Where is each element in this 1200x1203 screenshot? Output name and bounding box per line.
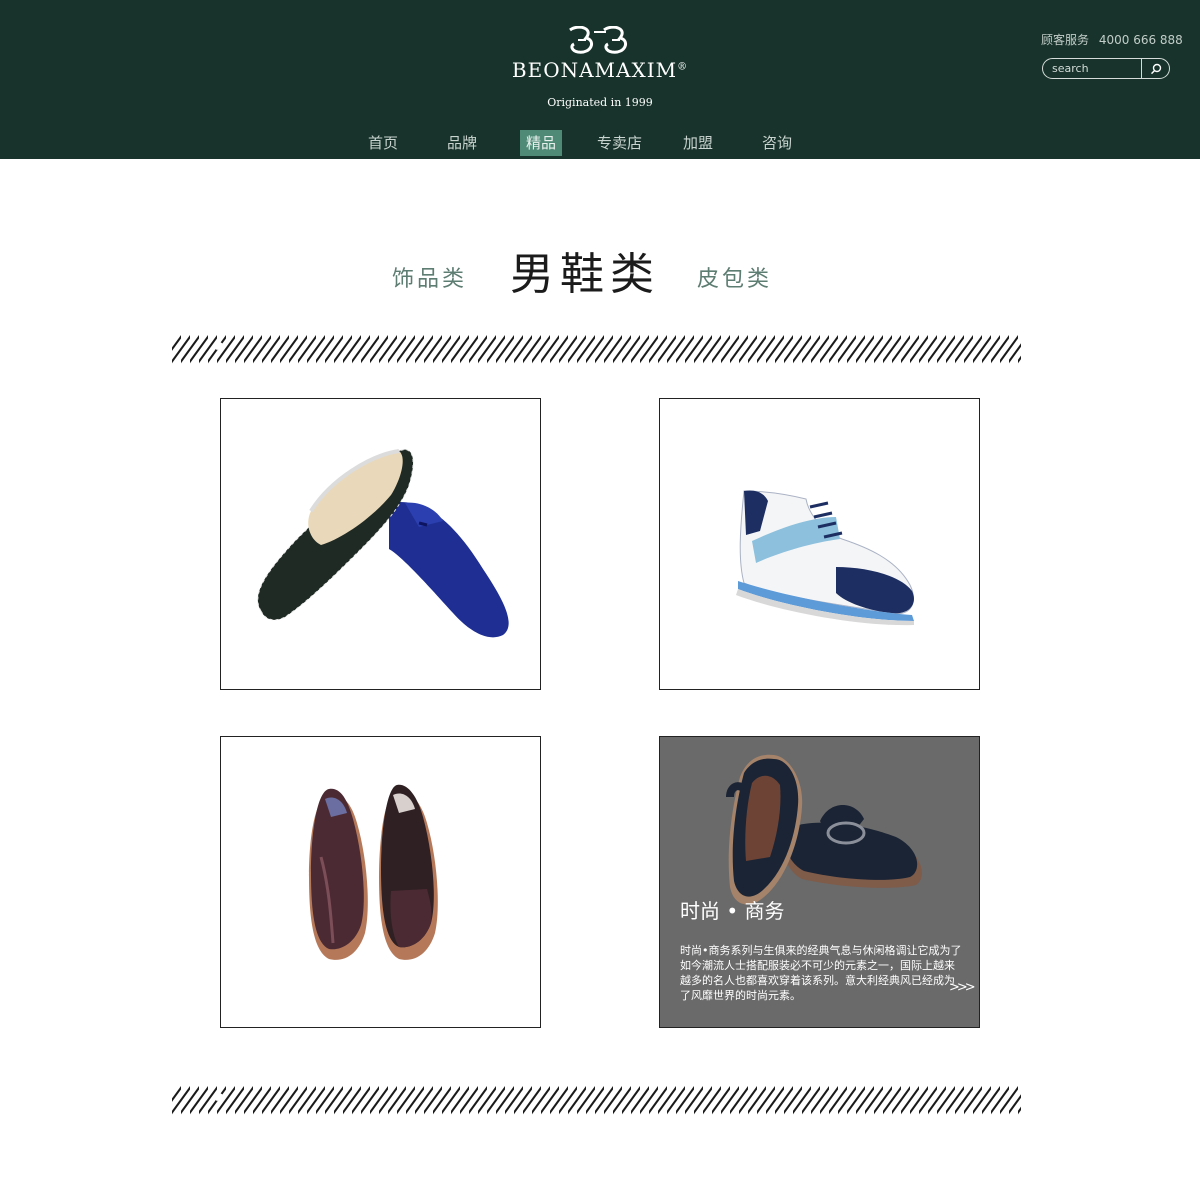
decorative-stripe-top (172, 325, 1021, 365)
hotline-label: 顾客服务 (1041, 33, 1090, 47)
main-navigation: 首页 品牌 精品 专卖店 加盟 咨询 (0, 130, 1200, 158)
search-divider (1141, 59, 1142, 78)
nav-item-contact[interactable]: 咨询 (756, 130, 798, 156)
featured-series-description: 时尚•商务系列与生俱来的经典气息与休闲格调让它成为了如今潮流人士搭配服装必不可少… (680, 944, 962, 1002)
search-input[interactable] (1052, 61, 1140, 76)
product-image (736, 490, 914, 626)
category-accessories[interactable]: 饰品类 (392, 261, 467, 293)
customer-service-hotline: 顾客服务 4000 666 888 (1041, 31, 1183, 48)
product-card[interactable] (220, 736, 541, 1028)
product-card[interactable] (220, 398, 541, 690)
product-image (309, 784, 438, 960)
brand-tagline: Originated in 1999 (547, 96, 653, 109)
bb-monogram-icon (569, 26, 628, 54)
nav-item-franchise[interactable]: 加盟 (677, 130, 719, 156)
nav-item-brand[interactable]: 品牌 (441, 130, 483, 156)
decorative-stripe-bottom (172, 1076, 1021, 1116)
more-arrow-icon[interactable]: >>> (949, 980, 976, 995)
hotline-number: 4000 666 888 (1098, 33, 1183, 47)
category-mens-shoes: 男鞋类 (510, 249, 660, 300)
nav-item-stores[interactable]: 专卖店 (591, 130, 648, 156)
search-box (1042, 58, 1170, 79)
nav-item-home[interactable]: 首页 (362, 130, 404, 156)
product-image (257, 449, 509, 638)
nav-item-products[interactable]: 精品 (520, 130, 563, 156)
search-icon (1150, 63, 1162, 75)
product-card[interactable] (659, 398, 980, 690)
product-card-featured[interactable]: 时尚 • 商务 时尚•商务系列与生俱来的经典气息与休闲格调让它成为了如今潮流人士… (659, 736, 980, 1028)
category-leather-bags[interactable]: 皮包类 (697, 261, 772, 293)
brand-logo[interactable]: BEONAMAXIM® Originated in 1999 (500, 22, 700, 114)
search-button[interactable] (1143, 59, 1169, 78)
brand-name: BEONAMAXIM® (511, 58, 689, 82)
featured-series-title: 时尚 • 商务 (680, 899, 785, 923)
site-header: BEONAMAXIM® Originated in 1999 顾客服务 4000… (0, 0, 1200, 159)
